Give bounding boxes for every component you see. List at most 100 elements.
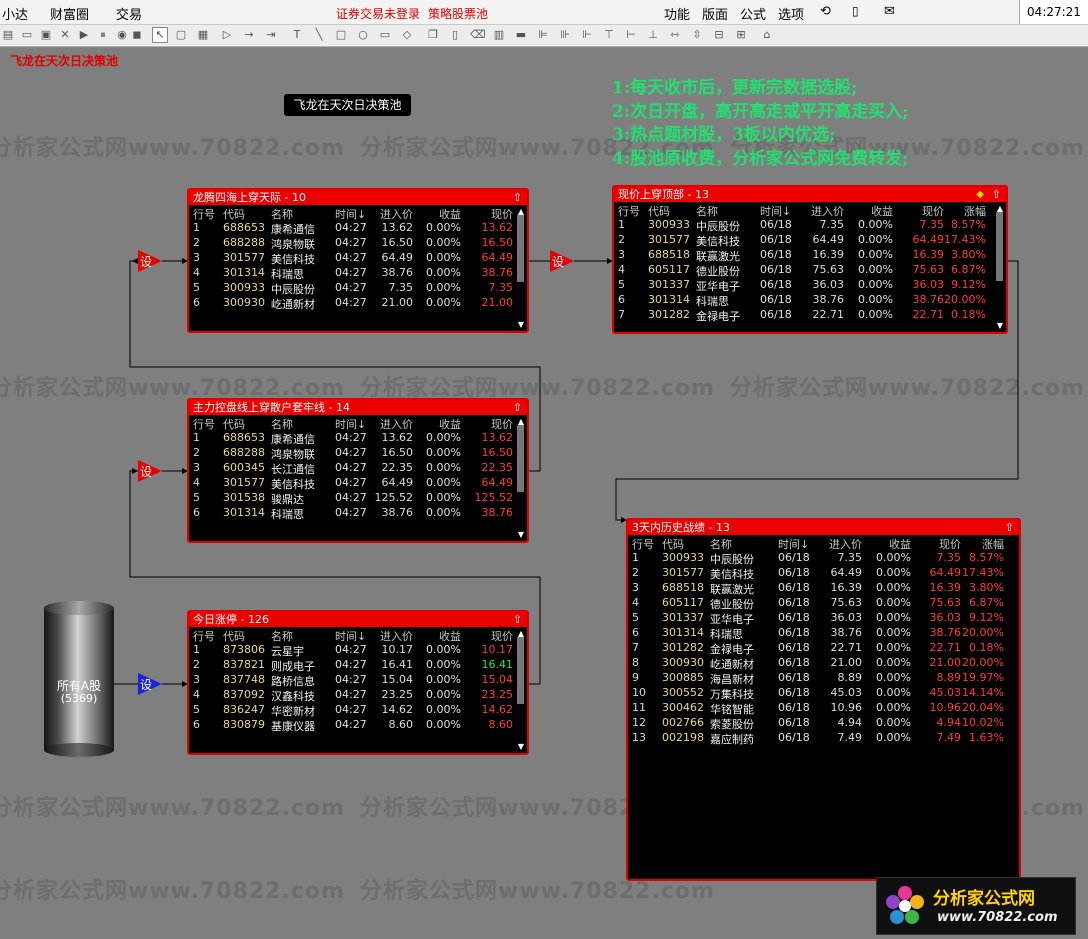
setter-node[interactable]: 设: [550, 250, 574, 272]
same-width-icon[interactable]: ⇿: [668, 28, 682, 42]
stock-pool-panel[interactable]: 3天内历史战绩 - 13 ⇧ 行号 代码 名称 时间↓ 进入价 收益 现价 涨幅 1 300933 中辰…: [626, 518, 1021, 881]
text-tool-icon[interactable]: T: [290, 28, 304, 42]
table-row[interactable]: 3 837748 路桥信息 04:27 15.04 0.00% 15.04: [189, 672, 527, 688]
triangle-tool-icon[interactable]: ▷: [220, 28, 234, 42]
align-bottom-icon[interactable]: ⊥: [646, 28, 660, 42]
strategy-pool-link[interactable]: 策略股票池: [428, 5, 488, 22]
panel-header[interactable]: 主力控盘线上穿散户套牢线 - 14 ⇧: [189, 400, 527, 415]
table-row[interactable]: 6 301314 科瑞思 06/18 38.76 0.00% 38.76 20.00%: [628, 625, 1019, 641]
align-right-icon[interactable]: ⊩: [580, 28, 594, 42]
grid-icon[interactable]: ▥: [492, 28, 506, 42]
scroll-down-icon[interactable]: ▼: [516, 742, 526, 751]
ellipse-tool-icon[interactable]: ○: [356, 28, 370, 42]
distribute-h-icon[interactable]: ⊟: [712, 28, 726, 42]
table-row[interactable]: 3 688518 联赢激光 06/18 16.39 0.00% 16.39 3.80%: [614, 247, 1006, 263]
rounded-rect-tool-icon[interactable]: ▭: [378, 28, 392, 42]
expand-up-icon[interactable]: ⇧: [1005, 520, 1014, 535]
menu-item-xiaoda[interactable]: 小达: [2, 4, 28, 23]
pointer-tool-icon[interactable]: ↖: [152, 27, 168, 43]
scrollbar-thumb[interactable]: [517, 215, 524, 282]
link-tool-icon[interactable]: ⇥: [264, 28, 278, 42]
table-row[interactable]: 4 605117 德业股份 06/18 75.63 0.00% 75.63 6.87%: [614, 262, 1006, 278]
setter-node[interactable]: 设: [138, 250, 162, 272]
align-middle-icon[interactable]: ⊢: [624, 28, 638, 42]
table-row[interactable]: 5 301538 骏鼎达 04:27 125.52 0.00% 125.52: [189, 490, 527, 506]
vertical-scrollbar[interactable]: ▲ ▼: [516, 629, 526, 751]
table-row[interactable]: 5 301337 亚华电子 06/18 36.03 0.00% 36.03 9.12%: [628, 610, 1019, 626]
expand-up-icon[interactable]: ⇧: [992, 187, 1001, 202]
arrow-tool-icon[interactable]: →: [242, 28, 256, 42]
pause-circle-icon[interactable]: ◉: [115, 28, 129, 42]
vertical-scrollbar[interactable]: ▲ ▼: [516, 207, 526, 329]
table-row[interactable]: 3 688518 联赢激光 06/18 16.39 0.00% 16.39 3.80%: [628, 580, 1019, 596]
table-row[interactable]: 13 002198 嘉应制药 06/18 7.49 0.00% 7.49 1.63%: [628, 730, 1019, 746]
same-height-icon[interactable]: ⇳: [690, 28, 704, 42]
table-row[interactable]: 12 002766 索菱股份 06/18 4.94 0.00% 4.94 10.02%: [628, 715, 1019, 731]
panel-header[interactable]: 今日涨停 - 126 ⇧: [189, 612, 527, 627]
square-tool-icon[interactable]: □: [334, 28, 348, 42]
menu-item-function[interactable]: 功能: [664, 4, 690, 23]
scroll-up-icon[interactable]: ▲: [516, 207, 526, 216]
save-icon[interactable]: ▣: [39, 28, 53, 42]
scrollbar-thumb[interactable]: [517, 425, 524, 492]
table-row[interactable]: 9 300885 海昌新材 06/18 8.89 0.00% 8.89 19.97%: [628, 670, 1019, 686]
pause-icon[interactable]: ⏸: [96, 28, 110, 42]
table-row[interactable]: 7 301282 金禄电子 06/18 22.71 0.00% 22.71 0.18%: [628, 640, 1019, 656]
line-tool-icon[interactable]: ╲: [312, 28, 326, 42]
scroll-down-icon[interactable]: ▼: [995, 321, 1005, 330]
menu-item-layout[interactable]: 版面: [702, 4, 728, 23]
table-row[interactable]: 4 605117 德业股份 06/18 75.63 0.00% 75.63 6.87%: [628, 595, 1019, 611]
setter-node[interactable]: 设: [138, 460, 162, 482]
table-row[interactable]: 4 837092 汉鑫科技 04:27 23.25 0.00% 23.25: [189, 687, 527, 703]
table-row[interactable]: 3 600345 长江通信 04:27 22.35 0.00% 22.35: [189, 460, 527, 476]
table-row[interactable]: 4 301577 美信科技 04:27 64.49 0.00% 64.49: [189, 475, 527, 491]
table-row[interactable]: 6 301314 科瑞思 04:27 38.76 0.00% 38.76: [189, 505, 527, 521]
table-row[interactable]: 5 301337 亚华电子 06/18 36.03 0.00% 36.03 9.12%: [614, 277, 1006, 293]
menu-item-caifuquan[interactable]: 财富圈: [50, 4, 89, 23]
stock-pool-panel[interactable]: 龙腾四海上穿天际 - 10 ⇧ 行号 代码 名称 时间↓ 进入价 收益 现价 1 688653 康希通…: [187, 188, 529, 333]
table-row[interactable]: 2 301577 美信科技 06/18 64.49 0.00% 64.49 17.43%: [628, 565, 1019, 581]
scroll-down-icon[interactable]: ▼: [516, 530, 526, 539]
paste-icon[interactable]: ▯: [448, 28, 462, 42]
setter-node[interactable]: 设: [138, 673, 162, 695]
align-top-icon[interactable]: ⊤: [602, 28, 616, 42]
delete-icon[interactable]: ✕: [58, 28, 72, 42]
align-center-icon[interactable]: ⊪: [558, 28, 572, 42]
table-row[interactable]: 5 836247 华密新材 04:27 14.62 0.00% 14.62: [189, 702, 527, 718]
table-row[interactable]: 4 301314 科瑞思 04:27 38.76 0.00% 38.76: [189, 265, 527, 281]
panel-header[interactable]: 现价上穿顶部 - 13 ◆ ⇧: [614, 187, 1006, 202]
minus-icon[interactable]: ▬: [514, 28, 528, 42]
table-row[interactable]: 6 830879 基康仪器 04:27 8.60 0.00% 8.60: [189, 717, 527, 733]
table-row[interactable]: 7 301282 金禄电子 06/18 22.71 0.00% 22.71 0.18%: [614, 307, 1006, 323]
table-row[interactable]: 1 873806 云星宇 04:27 10.17 0.00% 10.17: [189, 642, 527, 658]
vertical-scrollbar[interactable]: ▲ ▼: [516, 417, 526, 539]
phone-icon[interactable]: ▯: [852, 4, 859, 18]
stock-pool-panel[interactable]: 现价上穿顶部 - 13 ◆ ⇧ 行号 代码 名称 时间↓ 进入价 收益 现价 涨幅 1 300933 中辰…: [612, 185, 1008, 334]
menu-item-trade[interactable]: 交易: [116, 4, 142, 23]
new-file-icon[interactable]: ▤: [1, 28, 15, 42]
table-row[interactable]: 5 300933 中辰股份 04:27 7.35 0.00% 7.35: [189, 280, 527, 296]
login-status[interactable]: 证券交易未登录: [336, 5, 420, 22]
table-row[interactable]: 10 300552 万集科技 06/18 45.03 0.00% 45.03 14.14%: [628, 685, 1019, 701]
data-source-all-a-shares[interactable]: 所有A股 (5369): [44, 601, 114, 757]
scroll-up-icon[interactable]: ▲: [516, 629, 526, 638]
expand-up-icon[interactable]: ⇧: [513, 612, 522, 627]
scrollbar-thumb[interactable]: [996, 212, 1003, 281]
play-icon[interactable]: ▶: [77, 28, 91, 42]
table-row[interactable]: 6 300930 屹通新材 04:27 21.00 0.00% 21.00: [189, 295, 527, 311]
vertical-scrollbar[interactable]: ▲ ▼: [995, 204, 1005, 330]
table-row[interactable]: 1 300933 中辰股份 06/18 7.35 0.00% 7.35 8.57%: [614, 217, 1006, 233]
align-left-icon[interactable]: ⊫: [536, 28, 550, 42]
table-row[interactable]: 1 688653 康希通信 04:27 13.62 0.00% 13.62: [189, 220, 527, 236]
distribute-v-icon[interactable]: ⊞: [734, 28, 748, 42]
stock-pool-panel[interactable]: 主力控盘线上穿散户套牢线 - 14 ⇧ 行号 代码 名称 时间↓ 进入价 收益 现价 1 68865…: [187, 398, 529, 543]
mail-icon[interactable]: ✉: [884, 4, 895, 19]
table-row[interactable]: 2 688288 鸿泉物联 04:27 16.50 0.00% 16.50: [189, 235, 527, 251]
scroll-up-icon[interactable]: ▲: [516, 417, 526, 426]
table-tool-icon[interactable]: ▦: [196, 28, 210, 42]
rect-tool-icon[interactable]: ▢: [174, 28, 188, 42]
table-row[interactable]: 6 301314 科瑞思 06/18 38.76 0.00% 38.76 20.00%: [614, 292, 1006, 308]
table-row[interactable]: 8 300930 屹通新材 06/18 21.00 0.00% 21.00 20.00%: [628, 655, 1019, 671]
diamond-tool-icon[interactable]: ◇: [400, 28, 414, 42]
table-row[interactable]: 2 301577 美信科技 06/18 64.49 0.00% 64.49 17.43%: [614, 232, 1006, 248]
